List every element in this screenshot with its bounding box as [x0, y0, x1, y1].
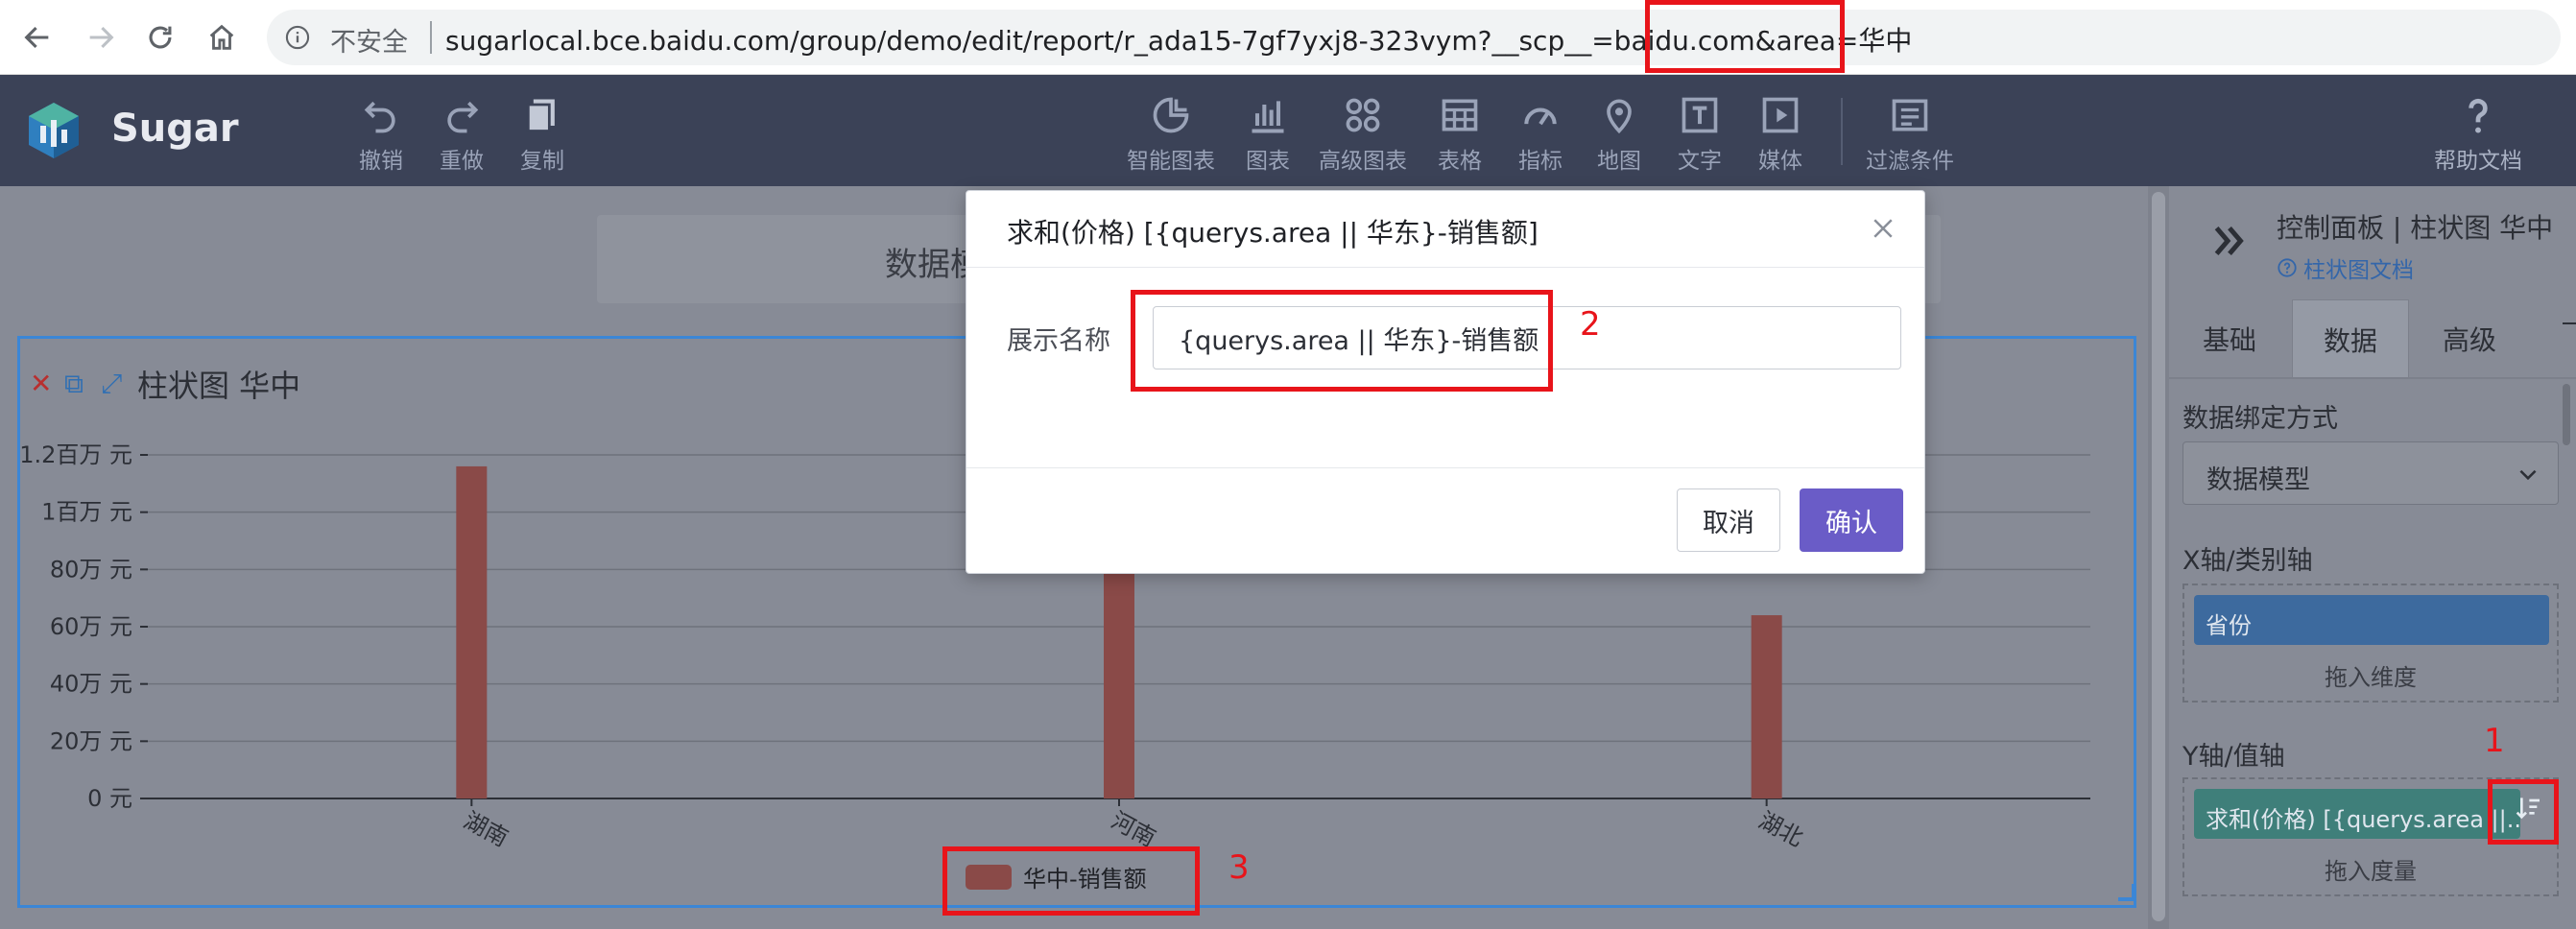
tab-data[interactable]: 数据	[2292, 299, 2409, 378]
bar	[456, 465, 488, 798]
confirm-button[interactable]: 确认	[1800, 488, 1903, 552]
y-axis-label: Y轴/值轴	[2182, 742, 2285, 772]
help-button[interactable]: 帮助文档	[2434, 94, 2522, 175]
y-tick-label: 20万 元	[50, 727, 132, 754]
y-tick-label: 1.2百万 元	[19, 441, 132, 468]
collapse-panel-icon[interactable]	[2207, 219, 2252, 263]
binding-mode-value: 数据模型	[2206, 465, 2310, 495]
chevron-down-icon	[2519, 469, 2537, 481]
annotation-box-2	[1131, 290, 1553, 392]
x-tick-label: 湖南	[460, 807, 513, 852]
annotation-number-1: 1	[2484, 722, 2505, 760]
binding-mode-select[interactable]: 数据模型	[2182, 441, 2559, 505]
x-axis-field[interactable]: 省份	[2194, 595, 2549, 645]
help-circle-icon	[2278, 258, 2297, 277]
x-axis-drop-zone[interactable]: 省份 拖入维度	[2182, 584, 2559, 703]
y-axis-field[interactable]: 求和(价格) [{querys.area ||...	[2194, 789, 2520, 839]
tabs-divider	[2169, 377, 2576, 379]
y-tick-label: 60万 元	[50, 613, 132, 640]
help-label: 帮助文档	[2434, 149, 2522, 174]
help-icon	[2469, 99, 2488, 133]
y-tick-label: 0 元	[87, 785, 132, 812]
bar	[1751, 615, 1782, 798]
dialog-header: 求和(价格) [{querys.area || 华东}-销售额]	[966, 191, 1924, 268]
display-name-label: 展示名称	[1007, 326, 1110, 356]
chart-doc-link[interactable]: 柱状图文档	[2277, 251, 2414, 284]
close-icon[interactable]	[1869, 214, 1897, 243]
annotation-box-url	[1645, 0, 1845, 73]
annotation-number-3: 3	[1228, 848, 1250, 887]
dialog-title: 求和(价格) [{querys.area || 华东}-销售额]	[1007, 217, 1538, 249]
x-axis-label: X轴/类别轴	[2182, 546, 2313, 576]
y-tick-label: 40万 元	[50, 671, 132, 698]
annotation-box-3	[942, 846, 1200, 916]
panel-scrollbar[interactable]	[2563, 384, 2570, 445]
annotation-number-2: 2	[1580, 305, 1601, 344]
y-tick-label: 80万 元	[50, 556, 132, 583]
binding-mode-label: 数据绑定方式	[2182, 404, 2338, 434]
dialog-divider	[966, 467, 1924, 468]
x-drop-hint: 拖入维度	[2325, 664, 2417, 691]
tab-basic[interactable]: 基础	[2171, 299, 2288, 378]
annotation-box-1	[2488, 779, 2559, 845]
x-tick-label: 湖北	[1754, 807, 1808, 852]
cancel-button[interactable]: 取消	[1677, 488, 1780, 552]
tab-advanced[interactable]: 高级	[2411, 299, 2528, 378]
tabs-overflow-indicator	[2563, 322, 2576, 324]
panel-title: 控制面板 | 柱状图 华中	[2277, 212, 2554, 244]
chart-doc-label: 柱状图文档	[2303, 258, 2414, 283]
y-tick-label: 1百万 元	[41, 499, 132, 526]
x-tick-label: 河南	[1107, 807, 1160, 852]
y-drop-hint: 拖入度量	[2325, 858, 2417, 885]
